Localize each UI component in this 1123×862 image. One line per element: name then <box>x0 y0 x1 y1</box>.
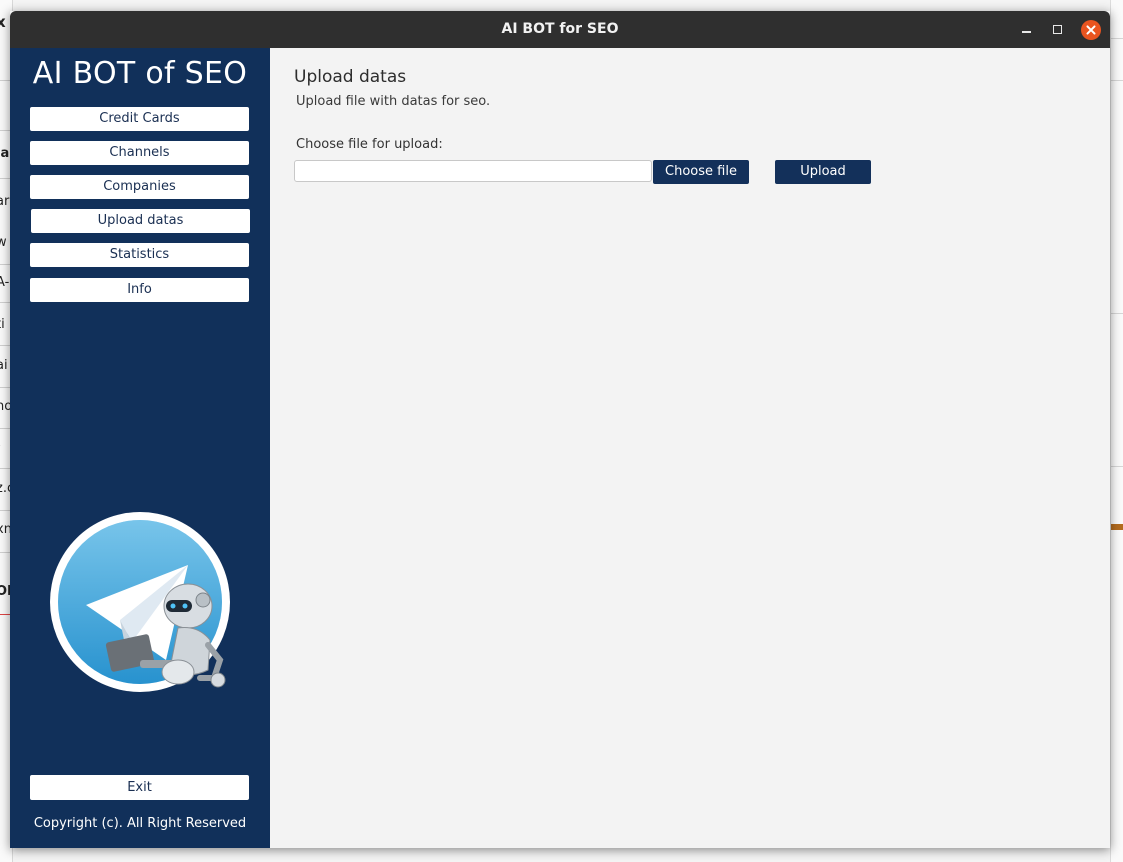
page-title: Upload datas <box>294 67 407 87</box>
sidebar-item-upload-datas[interactable]: Upload datas <box>31 209 250 233</box>
sidebar-item-credit-cards[interactable]: Credit Cards <box>30 107 249 131</box>
file-field-label: Choose file for upload: <box>296 137 443 152</box>
bg-text-fragment: ti <box>0 317 5 332</box>
bg-text-fragment: x <box>0 13 6 31</box>
close-icon[interactable] <box>1081 20 1101 40</box>
upload-button[interactable]: Upload <box>775 160 871 184</box>
maximize-icon[interactable] <box>1048 20 1068 40</box>
background-app-right <box>1110 0 1123 862</box>
page-subtitle: Upload file with datas for seo. <box>296 94 491 109</box>
window-title: AI BOT for SEO <box>501 21 619 37</box>
bg-text-fragment: la <box>0 146 10 161</box>
bg-text-fragment: ar <box>0 194 10 209</box>
telegram-robot-logo-icon <box>50 512 230 692</box>
bg-text-fragment: ai <box>0 358 8 373</box>
copyright-text: Copyright (c). All Right Reserved <box>33 816 247 831</box>
sidebar-item-channels[interactable]: Channels <box>30 141 249 165</box>
bg-text-fragment: - <box>0 438 1 453</box>
title-bar[interactable]: AI BOT for SEO <box>10 11 1110 48</box>
bg-orange-bar <box>1111 524 1123 530</box>
bg-text-fragment: w <box>0 235 7 250</box>
sidebar-item-info[interactable]: Info <box>30 278 249 302</box>
choose-file-button[interactable]: Choose file <box>653 160 749 184</box>
app-brand: AI BOT of SEO <box>32 56 248 91</box>
sidebar-item-statistics[interactable]: Statistics <box>30 243 249 267</box>
app-window: AI BOT for SEO AI BOT of SEO Credit Card… <box>10 11 1110 848</box>
sidebar: AI BOT of SEO Credit Cards Channels Comp… <box>10 48 270 848</box>
file-path-input[interactable] <box>294 160 652 182</box>
exit-button[interactable]: Exit <box>30 775 249 800</box>
minimize-icon[interactable] <box>1017 20 1037 40</box>
main-content: Upload datas Upload file with datas for … <box>270 48 1110 848</box>
sidebar-item-companies[interactable]: Companies <box>30 175 249 199</box>
